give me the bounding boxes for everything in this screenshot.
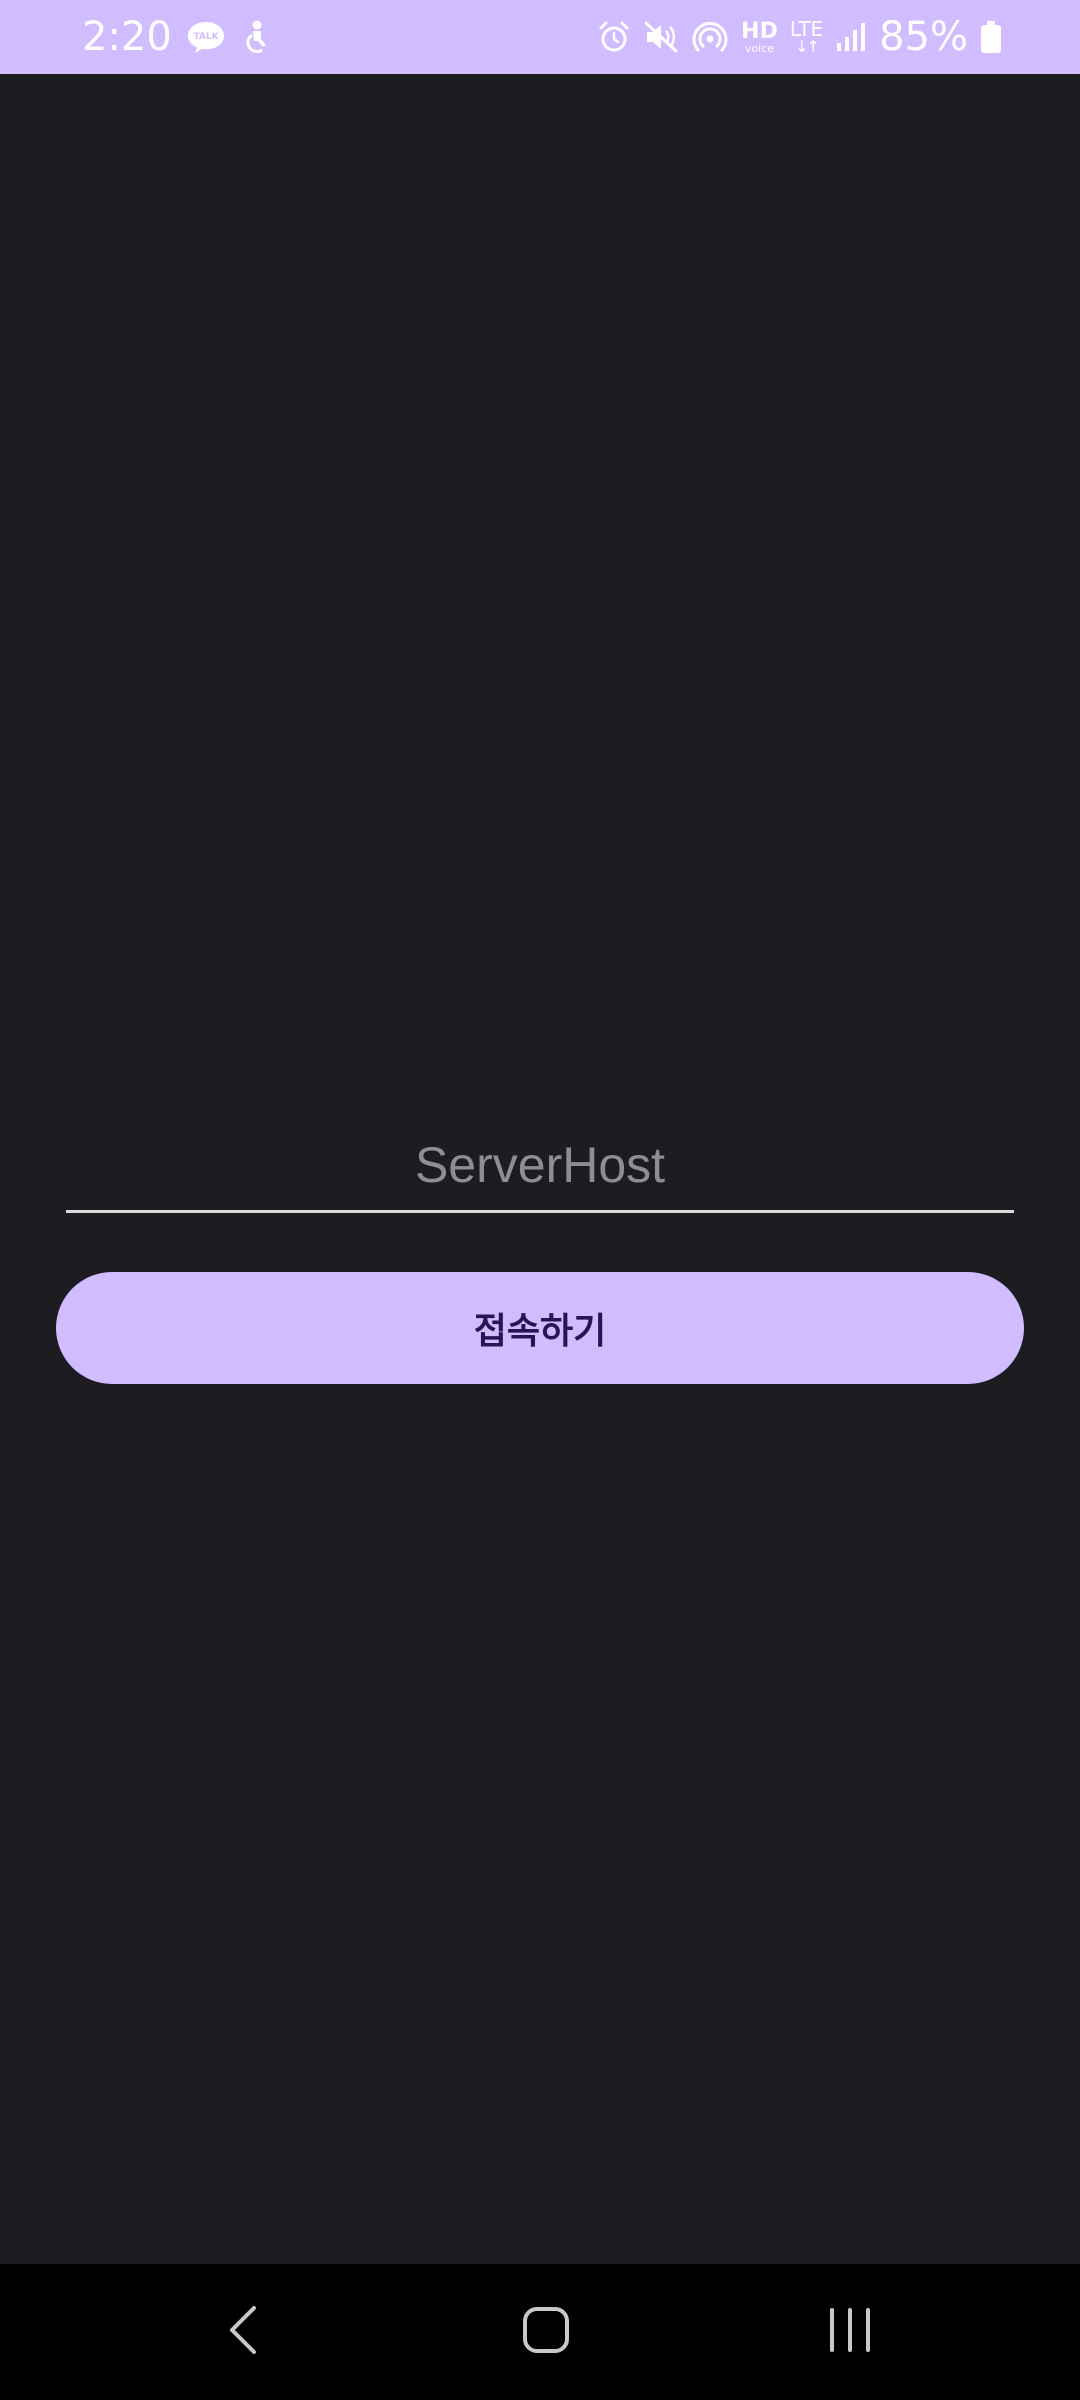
server-host-field: [66, 1120, 1014, 1213]
hd-voice-icon: HD voice: [741, 18, 778, 55]
hd-sub-label: voice: [744, 41, 775, 55]
home-icon: [521, 2305, 571, 2360]
battery-icon: [980, 20, 1002, 54]
kakaotalk-icon: TALK: [186, 19, 226, 55]
battery-percent: 85%: [879, 14, 968, 60]
recents-button[interactable]: [770, 2264, 930, 2400]
recents-icon: [826, 2307, 874, 2357]
accessibility-icon: [240, 19, 272, 55]
svg-text:TALK: TALK: [193, 32, 219, 42]
navigation-bar: [0, 2264, 1080, 2400]
home-button[interactable]: [466, 2264, 626, 2400]
mute-icon: [643, 20, 679, 54]
app-screen: 2:20 TALK HD voice LTE ↓↑ 85% ServerHost…: [0, 0, 1080, 2400]
alarm-icon: [597, 20, 631, 54]
connect-button[interactable]: 접속하기: [56, 1272, 1024, 1384]
hotspot-icon: [691, 19, 729, 55]
connect-button-label: 접속하기: [473, 1311, 607, 1352]
status-bar: 2:20 TALK HD voice LTE ↓↑ 85%: [0, 0, 1080, 74]
signal-icon: [835, 21, 867, 53]
lte-icon: LTE ↓↑: [790, 19, 823, 55]
status-time: 2:20: [82, 14, 172, 60]
status-right: HD voice LTE ↓↑ 85%: [597, 0, 1002, 74]
back-button[interactable]: [164, 2264, 324, 2400]
data-arrows-icon: ↓↑: [795, 37, 820, 56]
back-icon: [226, 2304, 262, 2361]
hd-label: HD: [741, 18, 778, 44]
server-host-input[interactable]: [66, 1120, 1014, 1210]
status-left: 2:20 TALK: [82, 0, 272, 74]
lte-label: LTE: [789, 17, 824, 41]
